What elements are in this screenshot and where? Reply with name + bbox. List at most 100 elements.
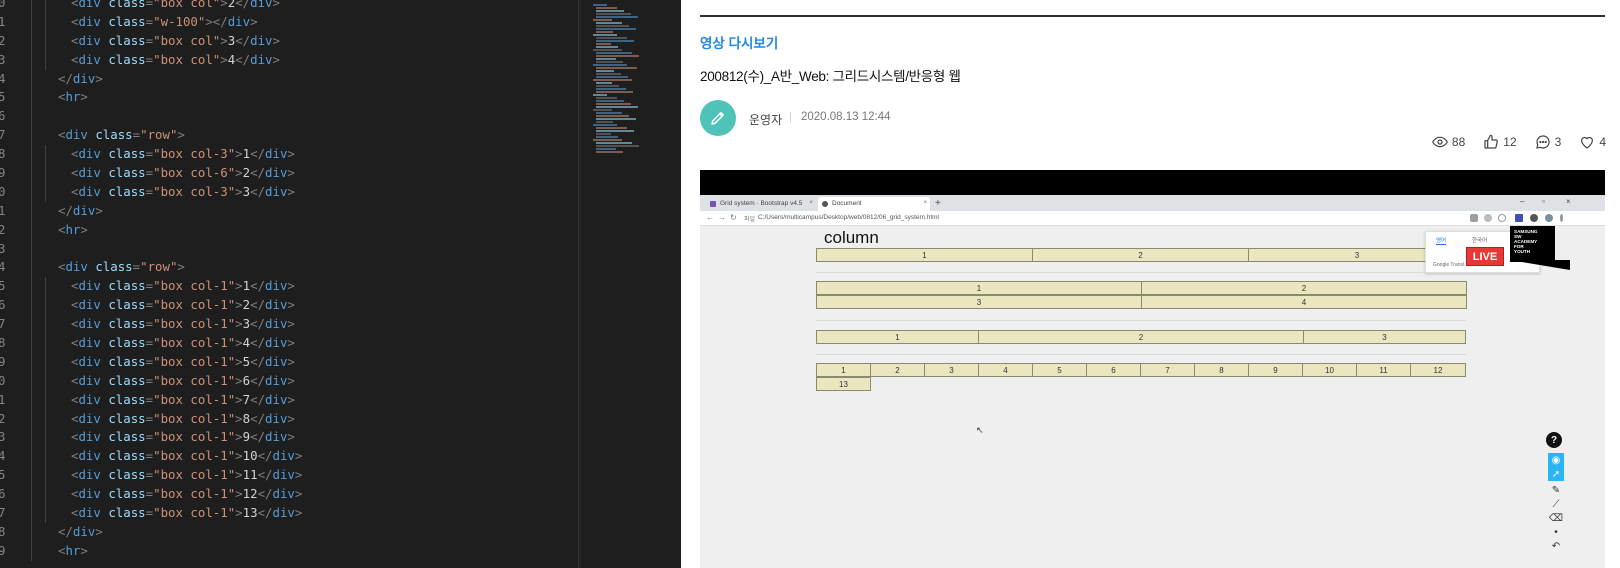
back-arrow-icon[interactable]: ← (706, 213, 714, 222)
code-line[interactable]: 7 <div class="row"> (0, 126, 580, 146)
code-token: </ (250, 372, 266, 388)
minimap-line (596, 52, 632, 54)
tab-close-icon[interactable]: × (809, 200, 813, 206)
eraser-tool-icon[interactable]: ⌫ (1548, 511, 1564, 525)
code-line[interactable]: 1 <div class="box col-1">7</div> (0, 390, 580, 410)
code-text: <div class="box col-1">8</div> (71, 410, 295, 429)
likes-stat[interactable]: 12 (1483, 134, 1517, 150)
code-token: div (78, 429, 101, 445)
code-token: 6 (242, 372, 251, 388)
code-text: <div class="row"> (58, 126, 185, 145)
grid-cell: 4 (1141, 295, 1467, 309)
code-token: > (272, 32, 280, 48)
code-line[interactable]: 9 <hr> (0, 541, 580, 561)
hearts-stat[interactable]: 4 (1579, 134, 1606, 150)
code-line[interactable]: 9 <div class="box col-1">5</div> (0, 352, 580, 372)
url-field[interactable]: C:/Users/multicampus/Desktop/web/0812/06… (758, 214, 939, 221)
code-line[interactable]: 6 (0, 107, 580, 127)
minimap-line (596, 121, 613, 123)
new-tab-button[interactable]: + (935, 198, 941, 209)
code-line[interactable]: 7 <div class="box col-1">3</div> (0, 315, 580, 335)
dot-tool-icon[interactable]: • (1548, 525, 1564, 539)
undo-tool-icon[interactable]: ↶ (1548, 539, 1564, 553)
code-line[interactable]: 2 <div class="box col-1">8</div> (0, 409, 580, 429)
code-token: class (95, 127, 133, 143)
code-line[interactable]: 3 <div class="box col-1">9</div> (0, 428, 580, 448)
code-token: div (265, 372, 288, 388)
code-token: div (72, 202, 96, 218)
code-line[interactable]: 3 <div class="box col">4</div> (0, 50, 580, 70)
profile-icon[interactable] (1545, 214, 1553, 222)
translate-tab-source[interactable]: 영어 (1436, 236, 1447, 245)
author-avatar[interactable] (700, 100, 736, 136)
post-category-link[interactable]: 영상 다시보기 (700, 32, 778, 52)
translate-tab-target[interactable]: 한국어 (1472, 236, 1487, 244)
code-token: "w-100" (153, 13, 206, 29)
minimap[interactable] (580, 0, 660, 568)
code-line[interactable]: 1 </div> (0, 201, 580, 221)
code-text: <div class="box col">4</div> (71, 51, 280, 70)
code-line[interactable]: 6 <div class="box col-1">2</div> (0, 296, 580, 316)
indent-guide (45, 277, 46, 297)
code-token: div (250, 51, 273, 67)
window-close-button[interactable]: × (1566, 197, 1571, 206)
minimap-line (593, 19, 612, 21)
highlighter-tool-icon[interactable]: ✎ (1548, 483, 1564, 497)
forward-arrow-icon[interactable]: → (718, 213, 726, 222)
code-token: 9 (242, 429, 251, 445)
code-line[interactable]: 5 <div class="box col-1">11</div> (0, 466, 580, 486)
code-line[interactable]: 2 <hr> (0, 220, 580, 240)
pointer-tool-icon[interactable]: ➚ (1548, 467, 1564, 481)
indent-guide (45, 145, 46, 165)
line-number: 6 (0, 108, 6, 124)
line-number: 7 (0, 316, 6, 332)
reload-icon[interactable]: ↻ (730, 213, 737, 222)
code-line[interactable]: 6 <div class="box col-1">12</div> (0, 485, 580, 505)
menu-dots-icon[interactable] (1560, 214, 1563, 222)
star-icon[interactable] (1498, 214, 1506, 222)
zoom-icon[interactable] (1484, 214, 1492, 222)
code-line[interactable]: 0 <div class="box col">2</div> (0, 0, 580, 13)
indent-guide (45, 50, 46, 70)
code-token: > (235, 505, 243, 521)
code-line[interactable]: 9 <div class="box col-6">2</div> (0, 164, 580, 183)
minimap-line (593, 34, 617, 36)
code-line[interactable]: 8 <div class="box col-1">4</div> (0, 334, 580, 353)
comments-stat[interactable]: 3 (1535, 134, 1561, 150)
translate-ext-icon[interactable] (1470, 214, 1478, 222)
maximize-button[interactable]: ▫ (1542, 197, 1545, 206)
code-token: = (132, 259, 141, 275)
code-line[interactable]: 5 <hr> (0, 88, 580, 108)
video-player[interactable]: Grid system · Bootstrap v4.5 × Document … (700, 170, 1605, 568)
code-line[interactable]: 4 <div class="box col-1">10</div> (0, 447, 580, 467)
browser-tab-bootstrap[interactable]: Grid system · Bootstrap v4.5 × (706, 197, 816, 211)
code-text: <div class="box col-1">3</div> (71, 315, 295, 334)
code-area[interactable]: 0 <div class="box col">2</div> 1 <div class… (0, 0, 580, 561)
code-line[interactable]: 0 <div class="box col-1">6</div> (0, 371, 580, 391)
code-line[interactable]: 2 <div class="box col">3</div> (0, 31, 580, 51)
minimap-line (596, 37, 627, 39)
code-line[interactable]: 7 <div class="box col-1">13</div> (0, 504, 580, 523)
code-token: = (145, 335, 154, 351)
author-name[interactable]: 운영자 (749, 111, 782, 128)
code-line[interactable]: 8 <div class="box col-3">1</div> (0, 145, 580, 165)
eye-tool-icon[interactable]: ◉ (1548, 453, 1564, 467)
code-token: class (108, 372, 146, 388)
code-line[interactable]: 4 </div> (0, 69, 580, 89)
browser-tab-document[interactable]: Document × (818, 197, 930, 211)
extension-icon[interactable] (1515, 214, 1523, 222)
code-line[interactable]: 4 <div class="row"> (0, 258, 580, 278)
code-line[interactable]: 5 <div class="box col-1">1</div> (0, 277, 580, 297)
code-editor[interactable]: 0 <div class="box col">2</div> 1 <div class… (0, 0, 660, 568)
line-tool-icon[interactable]: ⟋ (1548, 497, 1564, 511)
tab-close-icon[interactable]: × (923, 200, 927, 206)
code-line[interactable]: 8 </div> (0, 522, 580, 542)
code-token: div (78, 32, 101, 48)
code-line[interactable]: 1 <div class="w-100"></div> (0, 12, 580, 32)
puzzle-icon[interactable] (1530, 214, 1538, 222)
code-line[interactable]: 0 <div class="box col-3">3</div> (0, 182, 580, 202)
code-line[interactable]: 3 (0, 239, 580, 259)
indent-guide (31, 220, 32, 240)
minimize-button[interactable]: – (1520, 197, 1524, 206)
indent-guide (45, 334, 46, 353)
